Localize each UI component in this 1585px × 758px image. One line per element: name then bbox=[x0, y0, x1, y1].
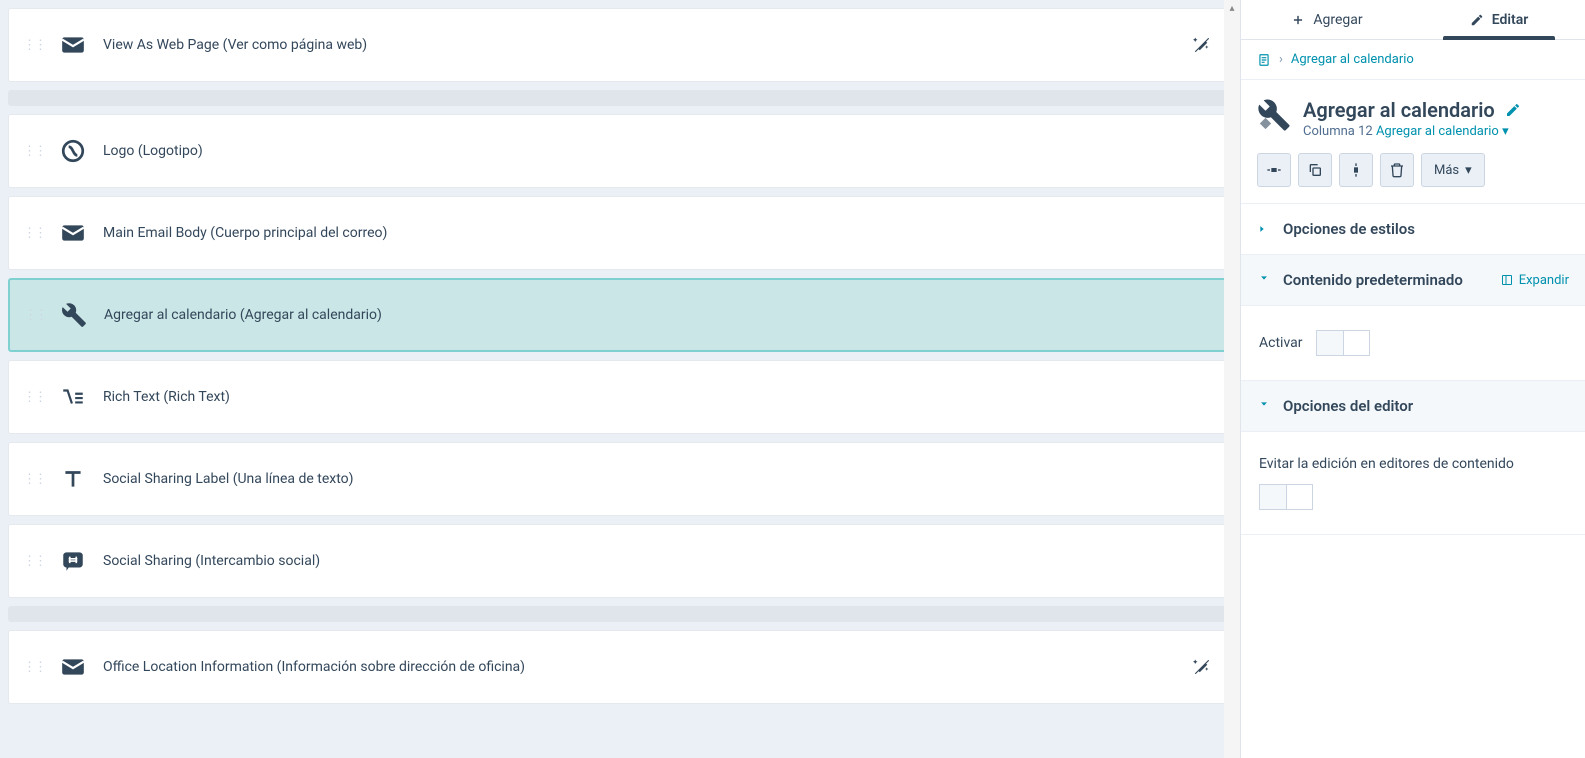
tab-add-label: Agregar bbox=[1313, 12, 1362, 28]
section-styles-label: Opciones de estilos bbox=[1283, 220, 1569, 238]
section-divider bbox=[8, 606, 1232, 622]
section-divider bbox=[8, 90, 1232, 106]
more-label: Más bbox=[1434, 163, 1459, 178]
tools-icon bbox=[58, 299, 90, 331]
section-default-content-label: Contenido predeterminado bbox=[1283, 271, 1501, 289]
module-row[interactable]: View As Web Page (Ver como página web) bbox=[8, 8, 1232, 82]
copy-button[interactable] bbox=[1298, 153, 1332, 187]
module-row[interactable]: Logo (Logotipo) bbox=[8, 114, 1232, 188]
pencil-icon bbox=[1470, 13, 1484, 27]
header-subtitle: Columna 12 Agregar al calendario ▾ bbox=[1303, 124, 1569, 139]
module-label: Logo (Logotipo) bbox=[103, 143, 203, 159]
document-icon bbox=[1257, 53, 1271, 67]
module-row[interactable]: Main Email Body (Cuerpo principal del co… bbox=[8, 196, 1232, 270]
prevent-edit-toggle[interactable] bbox=[1259, 484, 1313, 510]
module-label: Social Sharing (Intercambio social) bbox=[103, 553, 320, 569]
envelope-icon bbox=[57, 651, 89, 683]
tab-edit-label: Editar bbox=[1492, 12, 1529, 28]
section-styles[interactable]: Opciones de estilos bbox=[1241, 204, 1585, 255]
envelope-icon bbox=[57, 29, 89, 61]
header-block: Agregar al calendario Columna 12 Agregar… bbox=[1241, 80, 1585, 204]
activate-toggle[interactable] bbox=[1316, 330, 1370, 356]
edit-title-icon[interactable] bbox=[1505, 102, 1521, 118]
breadcrumb-separator: › bbox=[1279, 52, 1283, 67]
align-horizontal-button[interactable] bbox=[1257, 153, 1291, 187]
module-type-icon bbox=[1257, 98, 1291, 132]
scrollbar[interactable]: ▴ bbox=[1224, 0, 1240, 758]
module-label: Rich Text (Rich Text) bbox=[103, 389, 230, 405]
tab-add[interactable]: Agregar bbox=[1241, 0, 1413, 39]
module-row[interactable]: Rich Text (Rich Text) bbox=[8, 360, 1232, 434]
section-editor-options-label: Opciones del editor bbox=[1283, 397, 1569, 415]
breadcrumb-current[interactable]: Agregar al calendario bbox=[1291, 52, 1414, 67]
align-vertical-button[interactable] bbox=[1339, 153, 1373, 187]
drag-handle-icon[interactable] bbox=[23, 226, 45, 241]
expand-icon bbox=[1501, 274, 1513, 286]
module-row[interactable]: Social Sharing (Intercambio social) bbox=[8, 524, 1232, 598]
magic-wand-off-icon[interactable] bbox=[1191, 34, 1213, 56]
chevron-down-icon bbox=[1259, 399, 1269, 413]
chevron-down-icon bbox=[1259, 273, 1269, 287]
action-bar: Más ▾ bbox=[1257, 153, 1569, 187]
module-label: Main Email Body (Cuerpo principal del co… bbox=[103, 225, 387, 241]
header-title-row: Agregar al calendario bbox=[1303, 98, 1569, 122]
drag-handle-icon[interactable] bbox=[23, 660, 45, 675]
drag-handle-icon[interactable] bbox=[24, 308, 46, 323]
magic-wand-off-icon[interactable] bbox=[1191, 656, 1213, 678]
column-prefix: Columna 12 bbox=[1303, 124, 1373, 139]
activate-label: Activar bbox=[1259, 335, 1302, 351]
module-row[interactable]: Social Sharing Label (Una línea de texto… bbox=[8, 442, 1232, 516]
envelope-icon bbox=[57, 217, 89, 249]
richtext-icon bbox=[57, 381, 89, 413]
module-label: Office Location Information (Información… bbox=[103, 659, 525, 675]
prevent-edit-label: Evitar la edición en editores de conteni… bbox=[1259, 456, 1567, 472]
delete-button[interactable] bbox=[1380, 153, 1414, 187]
module-label: View As Web Page (Ver como página web) bbox=[103, 37, 367, 53]
drag-handle-icon[interactable] bbox=[23, 390, 45, 405]
caret-down-icon: ▾ bbox=[1465, 163, 1472, 178]
chevron-right-icon bbox=[1257, 224, 1271, 234]
drag-handle-icon[interactable] bbox=[23, 554, 45, 569]
module-label: Agregar al calendario (Agregar al calend… bbox=[104, 307, 382, 323]
more-button[interactable]: Más ▾ bbox=[1421, 153, 1485, 187]
section-default-content[interactable]: Contenido predeterminado Expandir bbox=[1241, 255, 1585, 306]
tab-edit[interactable]: Editar bbox=[1413, 0, 1585, 39]
logo-icon bbox=[57, 135, 89, 167]
section-default-content-body: Activar bbox=[1241, 306, 1585, 381]
section-editor-options[interactable]: Opciones del editor bbox=[1241, 381, 1585, 432]
module-list: View As Web Page (Ver como página web) Lo… bbox=[0, 0, 1240, 758]
scroll-up-arrow[interactable]: ▴ bbox=[1224, 0, 1240, 16]
drag-handle-icon[interactable] bbox=[23, 38, 45, 53]
side-panel: Agregar Editar › Agregar al calendario A… bbox=[1240, 0, 1585, 758]
plus-icon bbox=[1291, 13, 1305, 27]
drag-handle-icon[interactable] bbox=[23, 144, 45, 159]
module-label: Social Sharing Label (Una línea de texto… bbox=[103, 471, 354, 487]
hash-bubble-icon bbox=[57, 545, 89, 577]
section-editor-options-body: Evitar la edición en editores de conteni… bbox=[1241, 432, 1585, 535]
header-link[interactable]: Agregar al calendario ▾ bbox=[1376, 124, 1509, 139]
module-row[interactable]: Office Location Information (Información… bbox=[8, 630, 1232, 704]
module-row[interactable]: Agregar al calendario (Agregar al calend… bbox=[8, 278, 1232, 352]
text-t-icon bbox=[57, 463, 89, 495]
drag-handle-icon[interactable] bbox=[23, 472, 45, 487]
tabs: Agregar Editar bbox=[1241, 0, 1585, 40]
panel-title: Agregar al calendario bbox=[1303, 98, 1495, 122]
breadcrumb: › Agregar al calendario bbox=[1241, 40, 1585, 80]
expand-link[interactable]: Expandir bbox=[1501, 273, 1569, 288]
